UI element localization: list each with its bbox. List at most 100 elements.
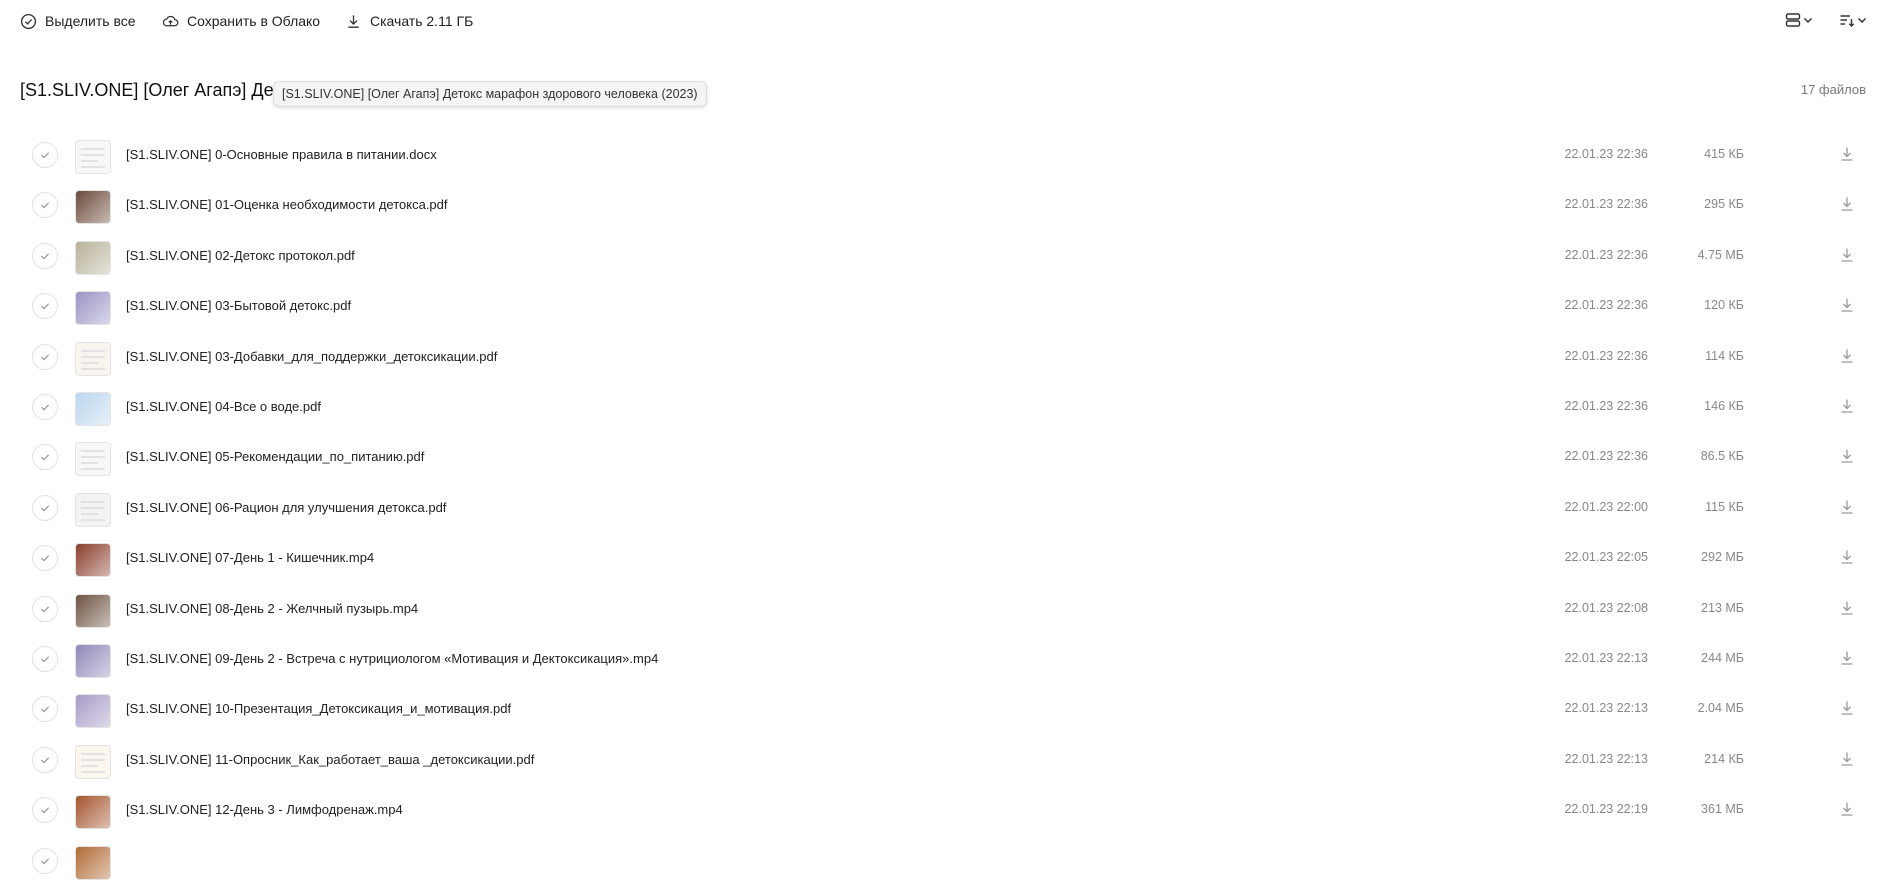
file-download-button[interactable] <box>1838 599 1858 619</box>
file-row[interactable]: [S1.SLIV.ONE] 07-День 1 - Кишечник.mp4 22… <box>0 534 1878 584</box>
download-icon <box>348 14 359 28</box>
download-all-button[interactable]: Скачать 2.11 ГБ <box>345 10 473 32</box>
file-row[interactable] <box>0 837 1878 887</box>
file-size: 292 МБ <box>1701 550 1744 565</box>
file-select-checkbox[interactable] <box>32 394 58 420</box>
cloud-upload-icon <box>162 15 179 26</box>
file-thumbnail <box>75 694 111 729</box>
file-row[interactable]: [S1.SLIV.ONE] 10-Презентация_Детоксикаци… <box>0 685 1878 735</box>
file-select-checkbox[interactable] <box>32 444 58 471</box>
file-name[interactable]: [S1.SLIV.ONE] 08-День 2 - Желчный пузырь… <box>126 601 418 616</box>
file-download-button[interactable] <box>1838 195 1858 215</box>
file-date: 22.01.23 22:36 <box>1564 197 1648 212</box>
download-icon <box>1841 248 1853 262</box>
list-view-icon <box>1785 13 1801 27</box>
check-icon <box>41 656 50 663</box>
file-download-button[interactable] <box>1838 145 1858 165</box>
file-select-checkbox[interactable] <box>32 192 58 219</box>
file-row[interactable]: [S1.SLIV.ONE] 08-День 2 - Желчный пузырь… <box>0 585 1878 635</box>
chevron-down-icon <box>1857 17 1867 24</box>
file-date: 22.01.23 22:36 <box>1564 298 1648 313</box>
file-name[interactable]: [S1.SLIV.ONE] 03-Бытовой детокс.pdf <box>126 298 351 313</box>
file-select-checkbox[interactable] <box>32 142 58 168</box>
check-icon <box>41 454 50 461</box>
file-row[interactable]: [S1.SLIV.ONE] 0-Основные правила в питан… <box>0 131 1878 181</box>
file-size: 361 МБ <box>1701 802 1744 817</box>
file-select-checkbox[interactable] <box>32 343 58 370</box>
file-select-checkbox[interactable] <box>32 847 58 874</box>
file-select-checkbox[interactable] <box>32 746 58 773</box>
file-name[interactable]: [S1.SLIV.ONE] 02-Детокс протокол.pdf <box>126 248 355 263</box>
file-row[interactable]: [S1.SLIV.ONE] 05-Рекомендации_по_питанию… <box>0 433 1878 483</box>
file-date: 22.01.23 22:36 <box>1564 348 1648 363</box>
file-download-button[interactable] <box>1838 548 1858 568</box>
file-download-button[interactable] <box>1838 246 1858 266</box>
file-thumbnail <box>75 845 111 880</box>
file-download-button[interactable] <box>1838 649 1858 669</box>
file-name[interactable]: [S1.SLIV.ONE] 07-День 1 - Кишечник.mp4 <box>126 550 374 565</box>
download-icon <box>1841 500 1853 514</box>
file-size: 4.75 МБ <box>1697 247 1744 262</box>
check-icon <box>41 757 50 764</box>
file-name[interactable]: [S1.SLIV.ONE] 01-Оценка необходимости де… <box>126 197 448 212</box>
file-download-button[interactable] <box>1838 347 1858 367</box>
file-name[interactable]: [S1.SLIV.ONE] 09-День 2 - Встреча с нутр… <box>126 651 658 666</box>
check-icon <box>41 253 50 260</box>
file-download-button[interactable] <box>1838 447 1858 467</box>
file-download-button[interactable] <box>1838 750 1858 770</box>
file-row[interactable]: [S1.SLIV.ONE] 01-Оценка необходимости де… <box>0 181 1878 231</box>
file-name[interactable]: [S1.SLIV.ONE] 10-Презентация_Детоксикаци… <box>126 701 511 716</box>
file-date: 22.01.23 22:36 <box>1564 147 1648 161</box>
file-thumbnail <box>75 795 111 830</box>
file-download-button[interactable] <box>1838 699 1858 719</box>
view-mode-button[interactable] <box>1784 11 1814 29</box>
select-all-button[interactable]: Выделить все <box>20 10 136 32</box>
file-row[interactable]: [S1.SLIV.ONE] 11-Опросник_Как_работает_в… <box>0 736 1878 786</box>
download-icon <box>1841 802 1853 816</box>
file-row[interactable]: [S1.SLIV.ONE] 04-Все о воде.pdf 22.01.23 … <box>0 383 1878 433</box>
file-select-checkbox[interactable] <box>32 545 58 572</box>
file-select-checkbox[interactable] <box>32 595 58 622</box>
file-name[interactable]: [S1.SLIV.ONE] 0-Основные правила в питан… <box>126 147 437 162</box>
file-download-button[interactable] <box>1838 800 1858 820</box>
file-name[interactable]: [S1.SLIV.ONE] 04-Все о воде.pdf <box>126 399 321 414</box>
file-row[interactable]: [S1.SLIV.ONE] 06-Рацион для улучшения де… <box>0 484 1878 534</box>
file-select-checkbox[interactable] <box>32 696 58 723</box>
check-icon <box>41 857 50 865</box>
file-row[interactable]: [S1.SLIV.ONE] 03-Добавки_для_поддержки_д… <box>0 333 1878 383</box>
file-name[interactable]: [S1.SLIV.ONE] 06-Рацион для улучшения де… <box>126 500 446 515</box>
check-icon <box>41 505 50 512</box>
file-select-checkbox[interactable] <box>32 797 58 824</box>
file-select-checkbox[interactable] <box>32 242 58 269</box>
file-download-button[interactable] <box>1838 498 1858 518</box>
file-date: 22.01.23 22:13 <box>1564 701 1648 716</box>
file-download-button[interactable] <box>1838 296 1858 316</box>
file-row[interactable]: [S1.SLIV.ONE] 09-День 2 - Встреча с нутр… <box>0 635 1878 685</box>
download-icon <box>1841 197 1853 212</box>
file-size: 213 МБ <box>1701 600 1744 615</box>
toolbar: Выделить все Сохранить в Облако Скачать … <box>0 0 1878 42</box>
sort-button[interactable] <box>1838 11 1868 29</box>
file-date: 22.01.23 22:13 <box>1564 751 1648 766</box>
file-name[interactable]: [S1.SLIV.ONE] 05-Рекомендации_по_питанию… <box>126 449 424 464</box>
file-name[interactable]: [S1.SLIV.ONE] 03-Добавки_для_поддержки_д… <box>126 349 497 364</box>
file-thumbnail <box>75 543 111 578</box>
file-name[interactable]: [S1.SLIV.ONE] 11-Опросник_Как_работает_в… <box>126 752 534 767</box>
file-row[interactable]: [S1.SLIV.ONE] 02-Детокс протокол.pdf 22.0… <box>0 232 1878 282</box>
check-icon <box>41 303 50 310</box>
file-name[interactable]: [S1.SLIV.ONE] 12-День 3 - Лимфодренаж.mp… <box>126 802 403 817</box>
file-date: 22.01.23 22:00 <box>1564 499 1648 514</box>
check-icon <box>41 555 50 562</box>
file-size: 146 КБ <box>1704 399 1744 413</box>
file-row[interactable]: [S1.SLIV.ONE] 12-День 3 - Лимфодренаж.mp… <box>0 786 1878 836</box>
file-select-checkbox[interactable] <box>32 293 58 320</box>
file-download-button[interactable] <box>1838 397 1858 417</box>
file-row[interactable]: [S1.SLIV.ONE] 03-Бытовой детокс.pdf 22.01… <box>0 282 1878 332</box>
file-select-checkbox[interactable] <box>32 646 58 672</box>
file-select-checkbox[interactable] <box>32 494 58 521</box>
check-icon <box>41 353 50 361</box>
check-icon <box>41 404 50 411</box>
file-thumbnail <box>75 644 111 678</box>
save-to-cloud-button[interactable]: Сохранить в Облако <box>162 10 320 32</box>
download-icon <box>1841 752 1853 766</box>
